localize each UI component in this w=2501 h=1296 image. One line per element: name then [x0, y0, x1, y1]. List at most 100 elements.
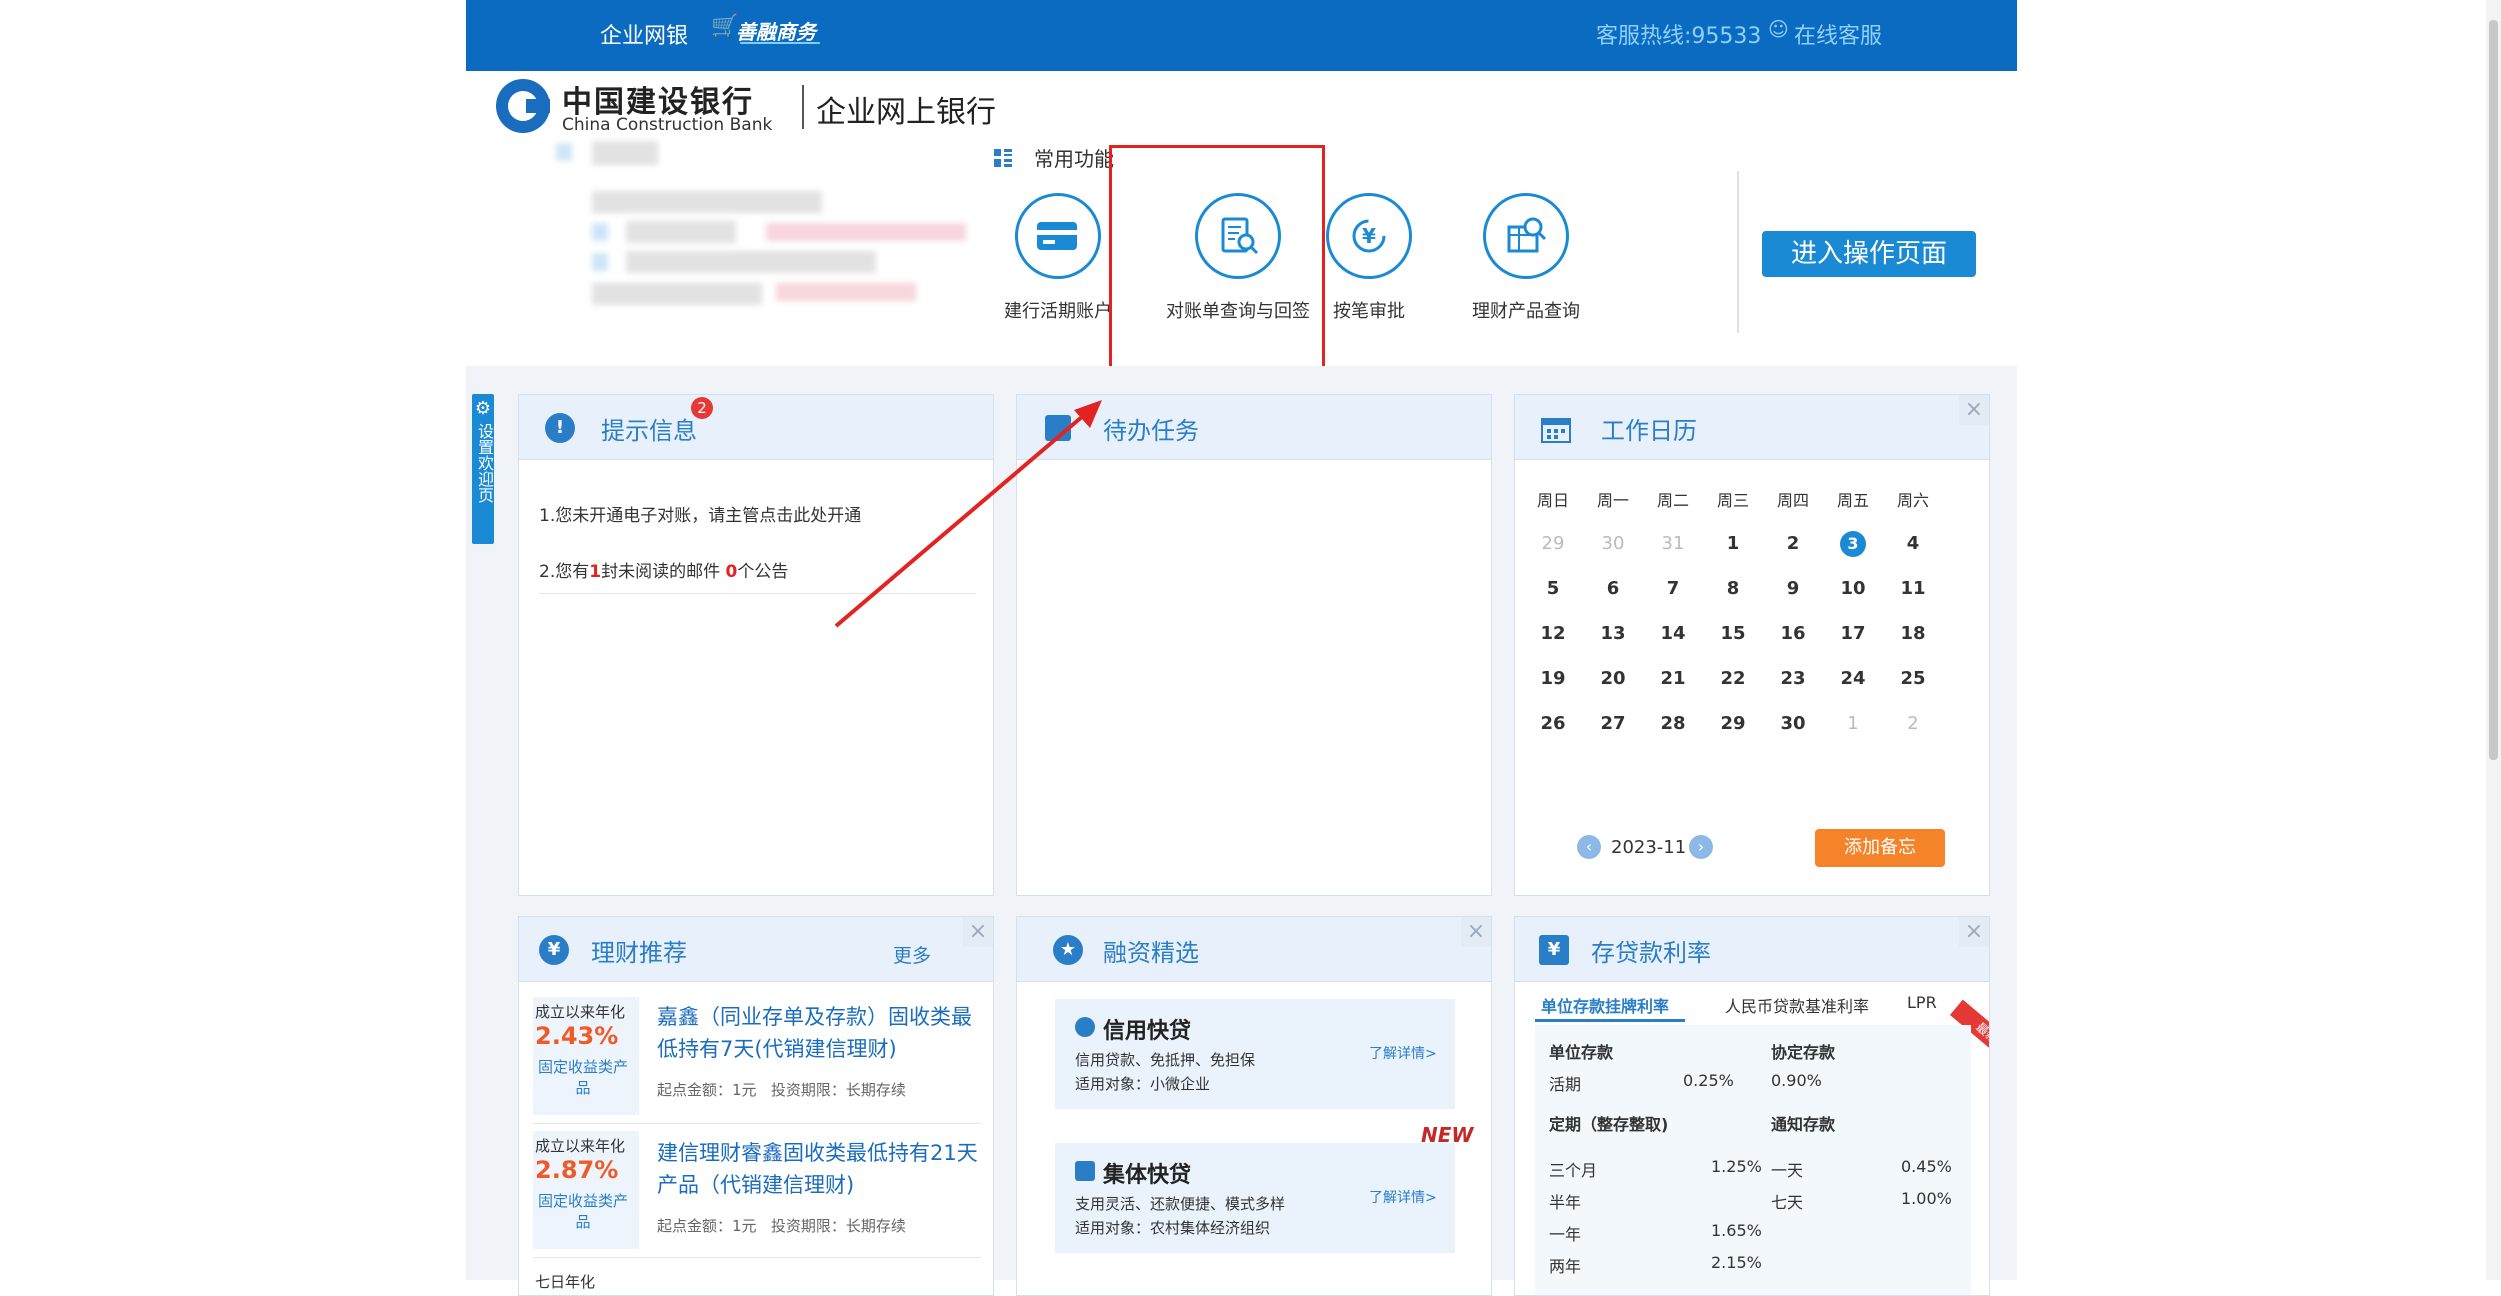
calendar-title: 工作日历	[1601, 417, 1697, 445]
calendar-day[interactable]: 1	[1713, 533, 1753, 554]
calendar-day[interactable]: 21	[1653, 668, 1693, 689]
logo-divider	[802, 85, 804, 129]
calendar-day[interactable]: 18	[1893, 623, 1933, 644]
func-per-item-approval[interactable]: ¥ 按笔审批	[1319, 193, 1419, 323]
calendar-month: 2023-11	[1611, 837, 1687, 858]
wealth-panel: ¥ 理财推荐 更多 × 成立以来年化 2.43% 固定收益类产品 嘉鑫（同业存单…	[518, 916, 994, 1296]
func-wealth-product-query[interactable]: 理财产品查询	[1456, 193, 1596, 323]
calendar-day[interactable]: 17	[1833, 623, 1873, 644]
prev-month-button[interactable]: ‹	[1577, 835, 1601, 859]
rates-title: 存贷款利率	[1591, 939, 1711, 967]
annotation-arrow	[834, 400, 1102, 628]
tab-unit-deposit-rate[interactable]: 单位存款挂牌利率	[1541, 993, 1669, 1017]
tab-lpr[interactable]: LPR	[1907, 993, 1937, 1012]
clock-icon	[1075, 1017, 1095, 1037]
calendar-day[interactable]: 16	[1773, 623, 1813, 644]
welcome-settings-label: 设置欢迎页	[475, 423, 494, 503]
calendar-day[interactable]: 7	[1653, 578, 1693, 599]
calendar-day[interactable]: 12	[1533, 623, 1573, 644]
tip-econ-reconciliation[interactable]: 1.您未开通电子对账，请主管点击此处开通	[539, 501, 861, 526]
highlight-box	[1109, 145, 1325, 379]
calendar-day[interactable]: 25	[1893, 668, 1933, 689]
calendar-day[interactable]: 28	[1653, 713, 1693, 734]
top-nav-bar: 企业网银 🛒 善融商务 客服热线:95533 ☺ 在线客服	[466, 0, 2017, 71]
nav-underline	[740, 42, 820, 44]
common-functions-title: 常用功能	[1034, 147, 1114, 171]
add-note-button[interactable]: 添加备忘	[1815, 829, 1945, 867]
calendar-day[interactable]: 30	[1593, 533, 1633, 554]
nav-corporate-banking[interactable]: 企业网银	[600, 18, 688, 50]
next-month-button[interactable]: ›	[1689, 835, 1713, 859]
loan-card-credit[interactable]: 信用快贷 信用贷款、免抵押、免担保 适用对象：小微企业 了解详情>	[1055, 999, 1455, 1109]
edit-icon	[1075, 1161, 1095, 1181]
calendar-day[interactable]: 22	[1713, 668, 1753, 689]
calendar-day[interactable]: 9	[1773, 578, 1813, 599]
weekday-header: 周三	[1716, 491, 1749, 510]
scrollbar-track[interactable]	[2486, 0, 2501, 1280]
calendar-day[interactable]: 20	[1593, 668, 1633, 689]
yen-book-icon: ¥	[1539, 935, 1569, 965]
scrollbar-thumb[interactable]	[2489, 20, 2498, 760]
calendar-day[interactable]: 2	[1893, 713, 1933, 734]
grid-icon	[994, 149, 1012, 167]
loan-card-collective[interactable]: 集体快贷 支用灵活、还款便捷、模式多样 适用对象：农村集体经济组织 了解详情>	[1055, 1143, 1455, 1253]
content-area: ⚙ 设置欢迎页 ! 提示信息 2 1.您未开通电子对账，请主管点击此处开通 2.…	[466, 366, 2017, 1296]
calendar-day[interactable]: 1	[1833, 713, 1873, 734]
calendar-day[interactable]: 24	[1833, 668, 1873, 689]
calendar-today[interactable]: 3	[1840, 531, 1866, 557]
calendar-day[interactable]: 15	[1713, 623, 1753, 644]
calendar-day[interactable]: 19	[1533, 668, 1573, 689]
calendar-day[interactable]: 26	[1533, 713, 1573, 734]
calendar-day[interactable]: 2	[1773, 533, 1813, 554]
calendar-day[interactable]: 11	[1893, 578, 1933, 599]
weekday-header: 周一	[1596, 491, 1629, 510]
nav-shanrong-commerce[interactable]: 善融商务	[736, 16, 816, 45]
calendar-day[interactable]: 8	[1713, 578, 1753, 599]
product-name-link[interactable]: 嘉鑫（同业存单及存款）固收类最低持有7天(代销建信理财)	[657, 1001, 987, 1065]
enter-operation-button[interactable]: 进入操作页面	[1762, 231, 1976, 277]
weekday-header: 周四	[1776, 491, 1809, 510]
calendar-day[interactable]: 10	[1833, 578, 1873, 599]
calendar-day[interactable]: 14	[1653, 623, 1693, 644]
func-current-account[interactable]: 建行活期账户	[993, 193, 1123, 323]
tip-mail-notice[interactable]: 2.您有1封未阅读的邮件 0个公告	[539, 557, 788, 582]
card-icon	[1015, 193, 1101, 279]
alert-icon: !	[545, 413, 575, 443]
calendar-day[interactable]: 31	[1653, 533, 1693, 554]
yen-approve-icon: ¥	[1326, 193, 1412, 279]
calendar-day[interactable]: 29	[1533, 533, 1573, 554]
calendar-day[interactable]: 13	[1593, 623, 1633, 644]
header-area: 中国建设银行 China Construction Bank 企业网上银行 常用…	[466, 71, 2017, 379]
product-name-link[interactable]: 建信理财睿鑫固收类最低持有21天产品（代销建信理财)	[657, 1137, 987, 1201]
close-icon[interactable]: ×	[1959, 395, 1989, 425]
weekday-header: 周日	[1536, 491, 1569, 510]
calendar-day[interactable]: 29	[1713, 713, 1753, 734]
calendar-day[interactable]: 6	[1593, 578, 1633, 599]
close-icon[interactable]: ×	[1461, 917, 1491, 947]
cart-icon: 🛒	[711, 14, 739, 39]
tab-rmb-loan-rate[interactable]: 人民币贷款基准利率	[1725, 993, 1869, 1017]
product-rate-box: 成立以来年化 2.43% 固定收益类产品	[533, 997, 639, 1115]
bank-name-en: China Construction Bank	[562, 115, 773, 135]
calendar-day[interactable]: 23	[1773, 668, 1813, 689]
product-rate-box: 成立以来年化 2.87% 固定收益类产品	[533, 1131, 639, 1249]
calendar-day[interactable]: 5	[1533, 578, 1573, 599]
svg-text:¥: ¥	[1362, 224, 1376, 248]
learn-more-link[interactable]: 了解详情>	[1369, 1187, 1437, 1207]
wealth-title: 理财推荐	[591, 939, 687, 967]
welcome-settings-tab[interactable]: ⚙ 设置欢迎页	[472, 394, 494, 544]
new-badge: NEW	[1421, 1123, 1474, 1147]
calendar-day[interactable]: 4	[1893, 533, 1933, 554]
online-service-link[interactable]: 在线客服	[1794, 18, 1882, 50]
close-icon[interactable]: ×	[963, 917, 993, 947]
product-3-since: 七日年化	[535, 1273, 596, 1291]
yen-icon: ¥	[539, 935, 569, 965]
close-icon[interactable]: ×	[1959, 917, 1989, 947]
wealth-more-link[interactable]: 更多	[893, 941, 931, 968]
func-label: 理财产品查询	[1472, 301, 1580, 322]
calendar-day[interactable]: 27	[1593, 713, 1633, 734]
learn-more-link[interactable]: 了解详情>	[1369, 1043, 1437, 1063]
header-divider	[1737, 171, 1739, 333]
calendar-day[interactable]: 30	[1773, 713, 1813, 734]
weekday-header: 周六	[1896, 491, 1929, 510]
